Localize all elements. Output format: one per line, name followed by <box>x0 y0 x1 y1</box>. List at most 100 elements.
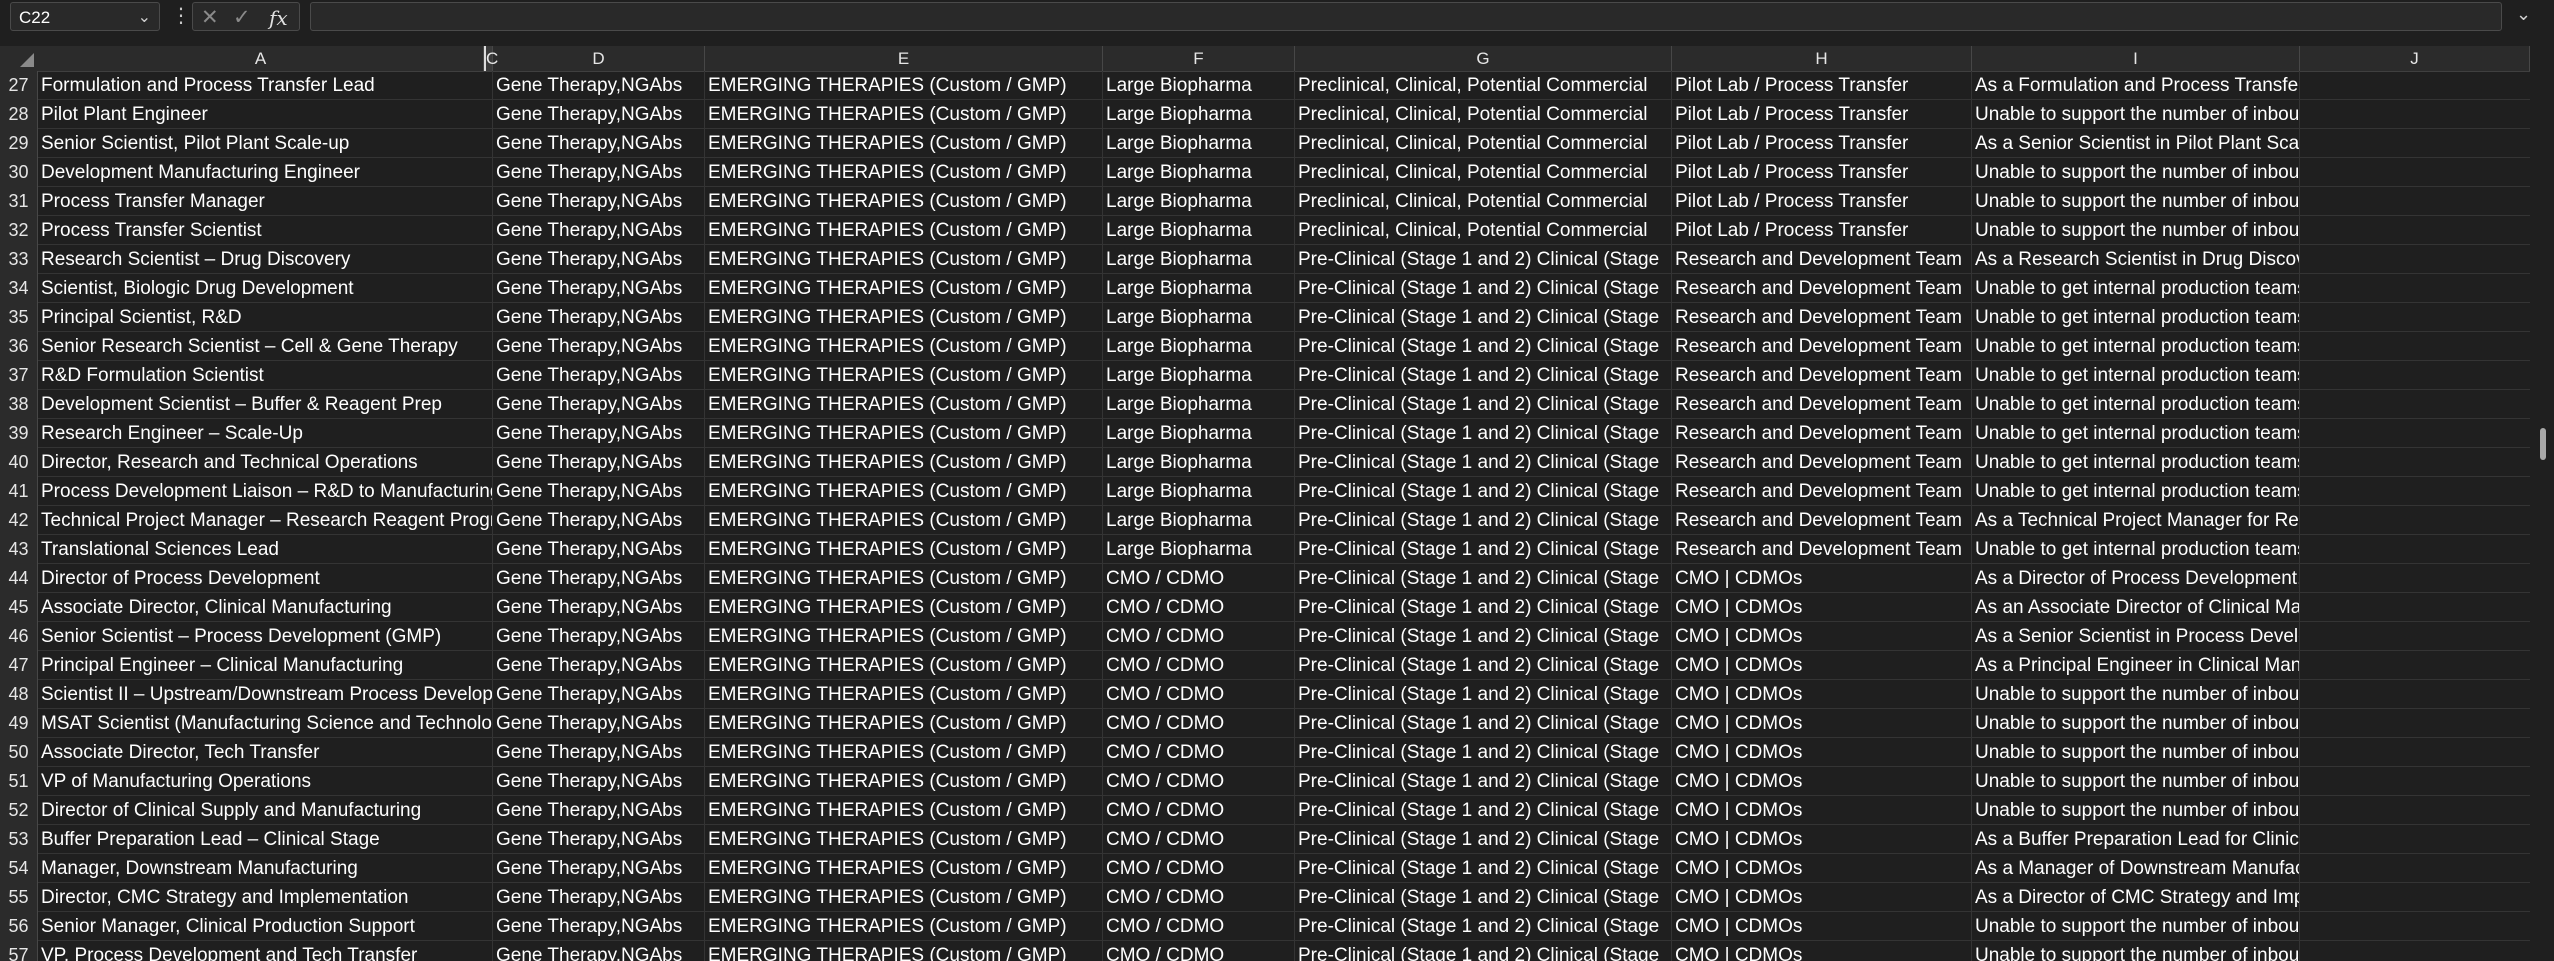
row-header[interactable]: 51 <box>0 767 38 796</box>
cell[interactable]: Research and Development Team <box>1672 332 1972 361</box>
cell[interactable]: Gene Therapy,NGAbs <box>493 100 705 129</box>
cell[interactable]: EMERGING THERAPIES (Custom / GMP) <box>705 419 1103 448</box>
cell[interactable]: As an Associate Director of Clinical Man… <box>1972 593 2300 622</box>
cell[interactable]: EMERGING THERAPIES (Custom / GMP) <box>705 854 1103 883</box>
cell[interactable]: Pilot Plant Engineer <box>38 100 493 129</box>
cell[interactable]: CMO | CDMOs <box>1672 738 1972 767</box>
column-header[interactable]: H <box>1672 46 1972 71</box>
cell[interactable]: Pre-Clinical (Stage 1 and 2) Clinical (S… <box>1295 796 1672 825</box>
cell[interactable]: Pilot Lab / Process Transfer <box>1672 187 1972 216</box>
cell[interactable]: Manager, Downstream Manufacturing <box>38 854 493 883</box>
cell[interactable]: Associate Director, Tech Transfer <box>38 738 493 767</box>
cell[interactable]: CMO / CDMO <box>1103 709 1295 738</box>
formula-input[interactable] <box>310 2 2502 31</box>
row-header[interactable]: 43 <box>0 535 38 564</box>
row-header[interactable]: 31 <box>0 187 38 216</box>
cell[interactable]: Gene Therapy,NGAbs <box>493 709 705 738</box>
cell[interactable]: Gene Therapy,NGAbs <box>493 941 705 961</box>
cell[interactable]: Pre-Clinical (Stage 1 and 2) Clinical (S… <box>1295 883 1672 912</box>
cell[interactable]: Unable to support the number of inbound … <box>1972 738 2300 767</box>
cell[interactable]: EMERGING THERAPIES (Custom / GMP) <box>705 535 1103 564</box>
column-header[interactable]: E <box>705 46 1103 71</box>
row-header[interactable]: 49 <box>0 709 38 738</box>
cell[interactable]: CMO | CDMOs <box>1672 564 1972 593</box>
cell[interactable]: CMO / CDMO <box>1103 912 1295 941</box>
cell[interactable]: CMO / CDMO <box>1103 767 1295 796</box>
cell[interactable]: EMERGING THERAPIES (Custom / GMP) <box>705 274 1103 303</box>
cell[interactable]: Scientist, Biologic Drug Development <box>38 274 493 303</box>
row-header[interactable]: 56 <box>0 912 38 941</box>
cell[interactable]: CMO | CDMOs <box>1672 622 1972 651</box>
row-header[interactable]: 41 <box>0 477 38 506</box>
cell[interactable]: Research Engineer – Scale-Up <box>38 419 493 448</box>
row-header[interactable]: 39 <box>0 419 38 448</box>
cell[interactable]: Preclinical, Clinical, Potential Commerc… <box>1295 187 1672 216</box>
cell[interactable]: EMERGING THERAPIES (Custom / GMP) <box>705 245 1103 274</box>
cell[interactable]: CMO / CDMO <box>1103 796 1295 825</box>
cell[interactable]: Unable to support the number of inbound … <box>1972 941 2300 961</box>
cell[interactable]: CMO | CDMOs <box>1672 825 1972 854</box>
cell[interactable]: As a Manager of Downstream Manufacturing… <box>1972 854 2300 883</box>
cell[interactable]: CMO | CDMOs <box>1672 680 1972 709</box>
row-header[interactable]: 52 <box>0 796 38 825</box>
cell[interactable]: Pre-Clinical (Stage 1 and 2) Clinical (S… <box>1295 506 1672 535</box>
cell[interactable]: Director, Research and Technical Operati… <box>38 448 493 477</box>
cell[interactable]: EMERGING THERAPIES (Custom / GMP) <box>705 187 1103 216</box>
cell[interactable]: Pre-Clinical (Stage 1 and 2) Clinical (S… <box>1295 854 1672 883</box>
row-header[interactable]: 28 <box>0 100 38 129</box>
column-header[interactable]: G <box>1295 46 1672 71</box>
cell[interactable]: Gene Therapy,NGAbs <box>493 477 705 506</box>
cell[interactable]: Large Biopharma <box>1103 390 1295 419</box>
cell[interactable]: Research and Development Team <box>1672 506 1972 535</box>
cell[interactable]: CMO | CDMOs <box>1672 912 1972 941</box>
cell[interactable]: Gene Therapy,NGAbs <box>493 622 705 651</box>
cell[interactable]: Unable to support the number of inbound … <box>1972 709 2300 738</box>
cell[interactable]: CMO / CDMO <box>1103 854 1295 883</box>
cell[interactable]: Principal Engineer – Clinical Manufactur… <box>38 651 493 680</box>
cell[interactable]: Gene Therapy,NGAbs <box>493 796 705 825</box>
row-header[interactable]: 32 <box>0 216 38 245</box>
cell[interactable]: Pilot Lab / Process Transfer <box>1672 158 1972 187</box>
row-header[interactable]: 48 <box>0 680 38 709</box>
row-header[interactable]: 57 <box>0 941 38 961</box>
cell[interactable]: CMO / CDMO <box>1103 651 1295 680</box>
cell[interactable]: CMO / CDMO <box>1103 622 1295 651</box>
cell[interactable]: EMERGING THERAPIES (Custom / GMP) <box>705 709 1103 738</box>
cell[interactable]: EMERGING THERAPIES (Custom / GMP) <box>705 593 1103 622</box>
cell[interactable]: Large Biopharma <box>1103 477 1295 506</box>
cell[interactable]: Large Biopharma <box>1103 361 1295 390</box>
row-header[interactable]: 45 <box>0 593 38 622</box>
cell[interactable]: As a Technical Project Manager for Resea… <box>1972 506 2300 535</box>
cell[interactable]: EMERGING THERAPIES (Custom / GMP) <box>705 448 1103 477</box>
cell[interactable]: Research and Development Team <box>1672 535 1972 564</box>
cell[interactable]: Buffer Preparation Lead – Clinical Stage <box>38 825 493 854</box>
cell[interactable]: Unable to support the number of inbound … <box>1972 158 2300 187</box>
cell[interactable]: Pre-Clinical (Stage 1 and 2) Clinical (S… <box>1295 593 1672 622</box>
cell[interactable]: CMO | CDMOs <box>1672 767 1972 796</box>
cell[interactable]: Research and Development Team <box>1672 448 1972 477</box>
cell[interactable]: CMO | CDMOs <box>1672 796 1972 825</box>
cell[interactable]: Gene Therapy,NGAbs <box>493 854 705 883</box>
cell[interactable]: Unable to support the number of inbound … <box>1972 767 2300 796</box>
cell[interactable]: Unable to support the number of inbound … <box>1972 796 2300 825</box>
row-header[interactable]: 34 <box>0 274 38 303</box>
row-header[interactable]: 40 <box>0 448 38 477</box>
cell[interactable]: EMERGING THERAPIES (Custom / GMP) <box>705 680 1103 709</box>
cell[interactable]: Research and Development Team <box>1672 390 1972 419</box>
cell[interactable]: Pre-Clinical (Stage 1 and 2) Clinical (S… <box>1295 390 1672 419</box>
cell[interactable]: Gene Therapy,NGAbs <box>493 158 705 187</box>
vertical-scrollbar[interactable] <box>2531 46 2554 961</box>
insert-function-icon[interactable]: fx <box>269 6 288 30</box>
cell[interactable]: CMO / CDMO <box>1103 738 1295 767</box>
cell[interactable]: Pre-Clinical (Stage 1 and 2) Clinical (S… <box>1295 622 1672 651</box>
cell[interactable]: Process Transfer Scientist <box>38 216 493 245</box>
cell[interactable]: Director of Clinical Supply and Manufact… <box>38 796 493 825</box>
cell[interactable]: Unable to support the number of inbound … <box>1972 216 2300 245</box>
cell[interactable]: EMERGING THERAPIES (Custom / GMP) <box>705 941 1103 961</box>
cell[interactable]: CMO / CDMO <box>1103 564 1295 593</box>
cell[interactable]: Pre-Clinical (Stage 1 and 2) Clinical (S… <box>1295 332 1672 361</box>
cell[interactable]: Large Biopharma <box>1103 506 1295 535</box>
cell[interactable]: Gene Therapy,NGAbs <box>493 187 705 216</box>
cell[interactable]: Principal Scientist, R&D <box>38 303 493 332</box>
column-header[interactable]: I <box>1972 46 2300 71</box>
